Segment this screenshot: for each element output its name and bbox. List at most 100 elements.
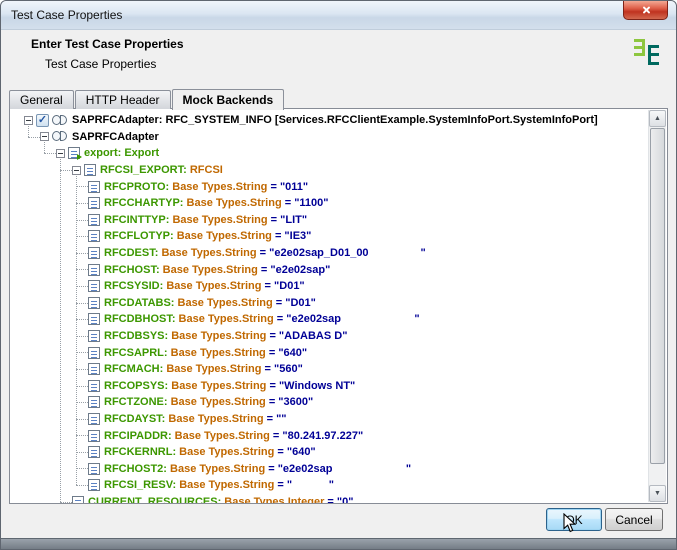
- tree-row[interactable]: RFCDBSYS: Base Types.String = "ADABAS D": [10, 328, 650, 345]
- scroll-up-icon[interactable]: ▲: [649, 110, 666, 127]
- tree-connector: [60, 502, 72, 503]
- tree-connector: [44, 153, 56, 154]
- field-icon: [88, 197, 100, 209]
- tree-text: RFCFLOTYP:: [104, 230, 174, 242]
- tree-row[interactable]: RFCDBHOST: Base Types.String = "e2e02sap…: [10, 311, 650, 328]
- tab-mock-backends[interactable]: Mock Backends: [172, 89, 285, 110]
- tree-text: RFCHOST:: [104, 264, 160, 276]
- tree-text: RFCSI: [187, 164, 223, 176]
- field-icon: [88, 363, 100, 375]
- collapse-toggle-icon[interactable]: [24, 116, 33, 125]
- tree-text: Base Types.String: [168, 380, 266, 392]
- tree-connector: [76, 336, 88, 337]
- tree-text: Base Types.Integer: [221, 496, 324, 503]
- collapse-toggle-icon[interactable]: [72, 166, 81, 175]
- tree-text: = "560": [261, 363, 302, 375]
- field-icon: [88, 413, 100, 425]
- tree-text: RFCIPADDR:: [104, 430, 172, 442]
- cancel-button[interactable]: Cancel: [605, 508, 663, 531]
- tree-row[interactable]: RFCSAPRL: Base Types.String = "640": [10, 344, 650, 361]
- field-icon: [88, 330, 100, 342]
- tree-text: RFCCHARTYP:: [104, 197, 183, 209]
- tree-text: RFCKERNRL:: [104, 446, 176, 458]
- tree-row[interactable]: RFCPROTO: Base Types.String = "011": [10, 178, 650, 195]
- collapse-toggle-icon[interactable]: [40, 132, 49, 141]
- tree-text: Base Types.String: [167, 463, 265, 475]
- tree-text: Base Types.String: [176, 446, 274, 458]
- tree-row[interactable]: RFCCHARTYP: Base Types.String = "1100": [10, 195, 650, 212]
- tree-text: Base Types.String: [174, 297, 272, 309]
- tree-row[interactable]: RFCTZONE: Base Types.String = "3600": [10, 394, 650, 411]
- tree-row[interactable]: RFCDEST: Base Types.String = "e2e02sap_D…: [10, 245, 650, 262]
- tree-text: RFCSI_EXPORT:: [100, 164, 187, 176]
- tree-row[interactable]: RFCOPSYS: Base Types.String = "Windows N…: [10, 378, 650, 395]
- tree-row[interactable]: RFCDAYST: Base Types.String = "": [10, 411, 650, 428]
- tree-text: = "80.241.97.227": [270, 430, 363, 442]
- node-checkbox[interactable]: ✓: [36, 114, 49, 127]
- tree-row[interactable]: export: Export: [10, 145, 650, 162]
- tree-row[interactable]: RFCIPADDR: Base Types.String = "80.241.9…: [10, 427, 650, 444]
- field-icon: [88, 264, 100, 276]
- tree-text: = "e2e02sap": [258, 264, 331, 276]
- tree-text: = "e2e02sap ": [265, 463, 411, 475]
- tree-connector: [76, 419, 88, 420]
- vertical-scrollbar[interactable]: ▲ ▼: [648, 110, 666, 502]
- tree-row[interactable]: RFCSI_EXPORT: RFCSI: [10, 162, 650, 179]
- adapter-icon: [52, 115, 68, 126]
- tree-connector: [76, 220, 88, 221]
- tree-text: = " ": [274, 479, 334, 491]
- collapse-toggle-icon[interactable]: [56, 149, 65, 158]
- field-icon: [88, 313, 100, 325]
- tree-text: RFCMACH:: [104, 363, 163, 375]
- tree-row[interactable]: RFCHOST2: Base Types.String = "e2e02sap …: [10, 460, 650, 477]
- tree-text: Base Types.String: [163, 363, 261, 375]
- field-icon: [88, 463, 100, 475]
- tree-text: export:: [84, 147, 121, 159]
- tree-text: RFCDBHOST:: [104, 313, 176, 325]
- tree-text: = "ADABAS D": [266, 330, 347, 342]
- tree-connector: [76, 402, 88, 403]
- field-icon: [88, 280, 100, 292]
- tree-text: Base Types.String: [174, 230, 272, 242]
- tree-connector: [76, 186, 88, 187]
- tree-connector: [76, 435, 88, 436]
- struct-icon: [84, 164, 96, 176]
- tree-text: RFCSI_RESV:: [104, 479, 176, 491]
- tree-text: = "D01": [273, 297, 316, 309]
- tree-connector: [76, 203, 88, 204]
- tree-row[interactable]: RFCDATABS: Base Types.String = "D01": [10, 295, 650, 312]
- mouse-cursor: [563, 513, 577, 539]
- tree-row[interactable]: RFCINTTYP: Base Types.String = "LIT": [10, 212, 650, 229]
- tree-row[interactable]: RFCSYSID: Base Types.String = "D01": [10, 278, 650, 295]
- tree-row[interactable]: ✓ SAPRFCAdapter: RFC_SYSTEM_INFO [Service…: [10, 112, 650, 129]
- tree-row[interactable]: RFCHOST: Base Types.String = "e2e02sap": [10, 261, 650, 278]
- field-icon: [88, 247, 100, 259]
- tree-connector: [76, 468, 88, 469]
- scrollbar-thumb[interactable]: [650, 128, 665, 464]
- tree-row[interactable]: SAPRFCAdapter: [10, 129, 650, 146]
- titlebar[interactable]: Test Case Properties: [1, 1, 676, 30]
- tree-text: = "D01": [262, 280, 305, 292]
- tree-panel: ✓ SAPRFCAdapter: RFC_SYSTEM_INFO [Service…: [9, 108, 668, 504]
- tree-row[interactable]: RFCMACH: Base Types.String = "560": [10, 361, 650, 378]
- tree-connector: [28, 137, 40, 138]
- tree-connector: [76, 286, 88, 287]
- tree-text: RFCDBSYS:: [104, 330, 168, 342]
- tree-text: = "3600": [266, 396, 313, 408]
- tree-text: Base Types.String: [158, 247, 256, 259]
- tree-text: Base Types.String: [172, 430, 270, 442]
- tree-row[interactable]: CURRENT_RESOURCES: Base Types.Integer = …: [10, 494, 650, 503]
- scroll-down-icon[interactable]: ▼: [649, 485, 666, 502]
- tab-bar: GeneralHTTP HeaderMock Backends: [9, 88, 285, 109]
- close-button[interactable]: [623, 1, 668, 20]
- tree-row[interactable]: RFCKERNRL: Base Types.String = "640": [10, 444, 650, 461]
- tree-text: SAPRFCAdapter: RFC_SYSTEM_INFO [Services…: [72, 114, 598, 126]
- field-icon: [88, 430, 100, 442]
- tab-http-header[interactable]: HTTP Header: [75, 90, 171, 109]
- tree-row[interactable]: RFCFLOTYP: Base Types.String = "IE3": [10, 228, 650, 245]
- tree-text: = "0": [324, 496, 353, 503]
- tab-general[interactable]: General: [9, 90, 74, 109]
- dialog-heading: Enter Test Case Properties: [31, 37, 184, 51]
- field-icon: [88, 214, 100, 226]
- tree-row[interactable]: RFCSI_RESV: Base Types.String = " ": [10, 477, 650, 494]
